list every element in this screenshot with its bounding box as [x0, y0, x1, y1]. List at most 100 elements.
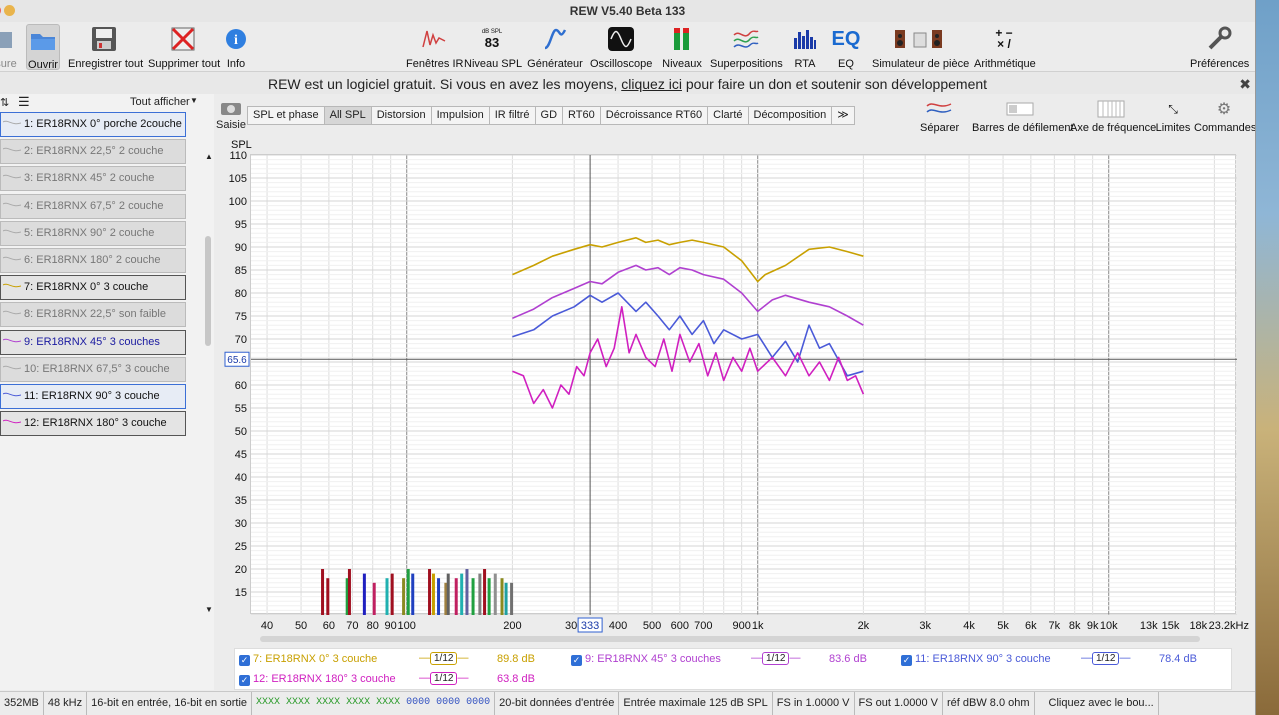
rta-bar: [460, 573, 464, 615]
graph-tab[interactable]: Clarté: [707, 106, 749, 125]
rta-bar: [402, 578, 406, 615]
measure-button[interactable]: sure: [0, 24, 18, 70]
room-sim-button[interactable]: Simulateur de pièce: [872, 24, 969, 70]
freq-axis-button[interactable]: Axe de fréquence: [1070, 98, 1156, 134]
open-button[interactable]: Ouvrir: [26, 24, 60, 71]
delete-all-button[interactable]: Supprimer tout: [148, 24, 220, 70]
eq-button[interactable]: EQ EQ: [830, 24, 862, 71]
graph-tab[interactable]: IR filtré: [488, 106, 536, 125]
x-tick-label: 300: [565, 620, 583, 632]
checkbox-icon[interactable]: ✓: [571, 655, 582, 666]
measurement-item[interactable]: 8: ER18RNX 22,5° son faible: [0, 302, 186, 328]
legend-label: 12: ER18RNX 180° 3 couche: [253, 673, 396, 685]
x-tick-label: 10k: [1100, 620, 1118, 632]
spl-plot-area[interactable]: [250, 154, 1237, 616]
horizontal-scrollbar[interactable]: [260, 636, 1200, 642]
limits-button[interactable]: ⤡ Limites: [1154, 98, 1192, 135]
rta-bar: [465, 569, 469, 615]
controls-button[interactable]: ⚙ Commandes: [1194, 98, 1255, 134]
main-toolbar: sure Ouvrir Enregistrer tout Supprimer t…: [0, 22, 1255, 72]
x-tick-label: 3k: [919, 620, 931, 632]
graph-tab[interactable]: ≫: [831, 106, 855, 125]
scroll-down-icon[interactable]: ▼: [205, 605, 213, 614]
legend-entry[interactable]: ✓ 11: ER18RNX 90° 3 couche: [901, 653, 1051, 666]
measurement-item[interactable]: 10: ER18RNX 67,5° 3 couche: [0, 356, 186, 382]
graph-tab[interactable]: Impulsion: [430, 106, 490, 125]
checkbox-icon[interactable]: ✓: [239, 675, 250, 686]
arithmetic-button[interactable]: + − × / Arithmétique: [974, 24, 1036, 70]
spl-meter-button[interactable]: dB SPL 83 Niveau SPL: [464, 24, 522, 71]
measurement-item[interactable]: 12: ER18RNX 180° 3 couche: [0, 411, 186, 437]
x-tick-label: 1k: [752, 620, 764, 632]
measurement-item[interactable]: 5: ER18RNX 90° 2 couche: [0, 220, 186, 246]
input-levels: XXXX XXXX XXXX XXXX XXXX 0000 0000 0000: [252, 692, 496, 715]
legend-entry[interactable]: ✓ 12: ER18RNX 180° 3 couche: [239, 673, 396, 686]
measurement-item[interactable]: 1: ER18RNX 0° porche 2couche: [0, 112, 186, 137]
sidebar-scrollbar[interactable]: [205, 236, 211, 346]
scroll-up-icon[interactable]: ▲: [205, 152, 213, 161]
max-input: Entrée maximale 125 dB SPL: [619, 692, 773, 715]
smoothing-selector[interactable]: —1/12—: [419, 672, 468, 685]
status-bar: 352MB 48 kHz 16-bit en entrée, 16-bit en…: [0, 691, 1255, 715]
donate-link[interactable]: cliquez ici: [621, 76, 682, 92]
separate-button[interactable]: Séparer: [920, 98, 959, 134]
legend-label: 9: ER18RNX 45° 3 couches: [585, 653, 721, 665]
graph-tab[interactable]: Décomposition: [747, 106, 833, 125]
oscilloscope-button[interactable]: Oscilloscope: [590, 24, 652, 70]
rta-bar: [321, 569, 325, 615]
checkbox-icon[interactable]: ✓: [901, 655, 912, 666]
graph-tab[interactable]: SPL et phase: [247, 106, 325, 125]
checkbox-icon[interactable]: ✓: [239, 655, 250, 666]
legend-entry[interactable]: ✓ 7: ER18RNX 0° 3 couche: [239, 653, 377, 666]
y-tick-label: 45: [235, 449, 247, 461]
measurement-item[interactable]: 9: ER18RNX 45° 3 couches: [0, 329, 186, 355]
close-window-button[interactable]: [0, 5, 1, 16]
capture-button[interactable]: Saisie: [216, 100, 246, 131]
levels-icon: [660, 24, 704, 54]
show-all-select[interactable]: Tout afficher: [130, 96, 190, 108]
ir-windows-button[interactable]: Fenêtres IR: [406, 24, 463, 70]
overlays-button[interactable]: Superpositions: [710, 24, 783, 70]
measure-icon: [0, 24, 18, 54]
measurement-item[interactable]: 7: ER18RNX 0° 3 couche: [0, 275, 186, 301]
chevron-down-icon[interactable]: ▼: [190, 96, 198, 105]
graph-tab[interactable]: Décroissance RT60: [599, 106, 709, 125]
measurement-thumbnail-icon: [3, 419, 21, 424]
list-menu-icon[interactable]: ☰: [18, 94, 30, 110]
measurement-item[interactable]: 11: ER18RNX 90° 3 couche: [0, 384, 186, 409]
minimize-window-button[interactable]: [4, 5, 15, 16]
levels-button[interactable]: Niveaux: [660, 24, 704, 70]
graph-tab[interactable]: All SPL: [323, 106, 372, 125]
smoothing-selector[interactable]: —1/12—: [419, 652, 468, 665]
measurement-item[interactable]: 2: ER18RNX 22,5° 2 couche: [0, 139, 186, 165]
x-tick-label: 9k: [1087, 620, 1099, 632]
smoothing-selector[interactable]: —1/12—: [1081, 652, 1130, 665]
smoothing-selector[interactable]: —1/12—: [751, 652, 800, 665]
preferences-icon: [1190, 24, 1248, 54]
rta-button[interactable]: RTA: [790, 24, 820, 70]
scrollbars-button[interactable]: Barres de défilement: [972, 98, 1074, 134]
generator-button[interactable]: Générateur: [526, 24, 584, 70]
cursor-y-label: 65.6: [227, 355, 247, 366]
graph-tab[interactable]: RT60: [562, 106, 601, 125]
legend-entry[interactable]: ✓ 9: ER18RNX 45° 3 couches: [571, 653, 721, 666]
measurement-item[interactable]: 6: ER18RNX 180° 2 couche: [0, 248, 186, 273]
preferences-button[interactable]: Préférences: [1190, 24, 1249, 70]
banner-close-button[interactable]: ✖: [1239, 72, 1251, 96]
graph-tab[interactable]: Distorsion: [370, 106, 432, 125]
graph-tab[interactable]: GD: [534, 106, 564, 125]
rta-bar: [347, 569, 351, 615]
graph-tabs: SPL et phase All SPL Distorsion Impulsion IR…: [247, 106, 855, 125]
rta-bar: [478, 573, 482, 615]
title-bar: REW V5.40 Beta 133: [0, 0, 1255, 22]
measurement-thumbnail-icon: [3, 229, 21, 233]
save-all-button[interactable]: Enregistrer tout: [68, 24, 143, 70]
measurement-item[interactable]: 4: ER18RNX 67,5° 2 couche: [0, 193, 186, 219]
smoothing-label: 1/12: [762, 652, 790, 665]
y-tick-label: 100: [229, 196, 247, 208]
rta-icon: [790, 24, 820, 54]
sort-icon[interactable]: ⇅: [0, 96, 9, 109]
measurement-item[interactable]: 3: ER18RNX 45° 2 couche: [0, 166, 186, 192]
legend-label: 7: ER18RNX 0° 3 couche: [253, 653, 378, 665]
info-button[interactable]: i Info: [224, 24, 248, 70]
